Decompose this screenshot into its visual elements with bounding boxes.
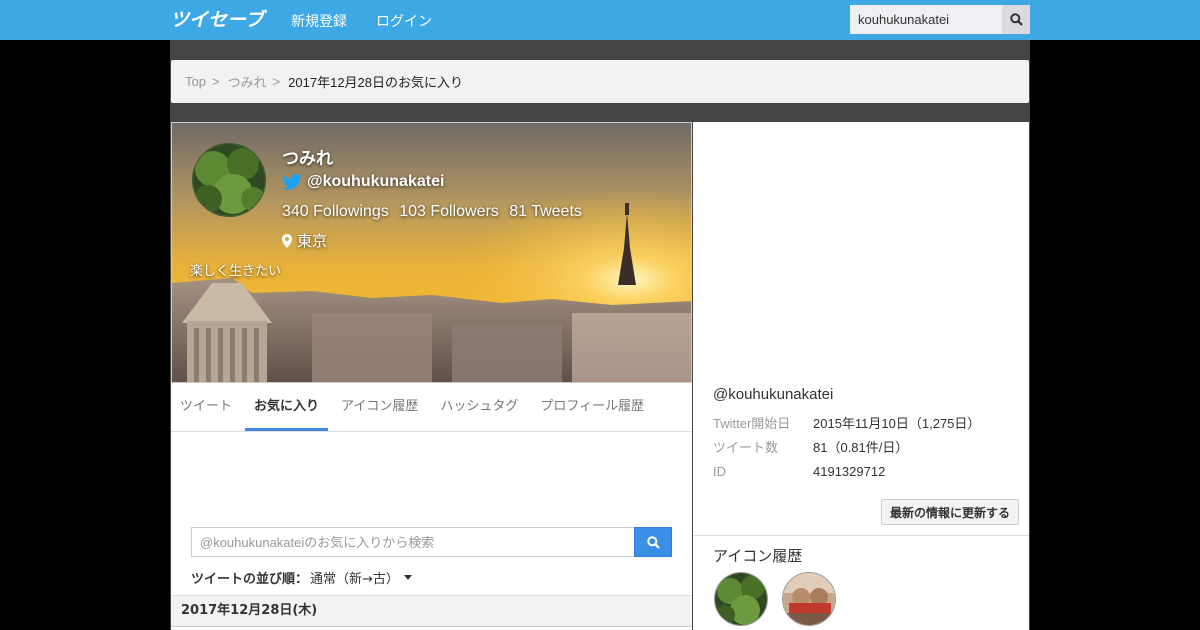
breadcrumb-current: 2017年12月28日のお気に入り xyxy=(288,75,464,90)
sort-label: ツイートの並び順： xyxy=(191,572,309,587)
nav-register-link[interactable]: 新規登録 xyxy=(291,11,347,31)
sort-dropdown[interactable]: ツイートの並び順： 通常（新→古） xyxy=(191,568,412,587)
main-column: つみれ @kouhukunakatei 340 Followings 103 F… xyxy=(171,122,692,630)
tab-icon-history[interactable]: アイコン履歴 xyxy=(332,383,427,431)
update-info-button[interactable]: 最新の情報に更新する xyxy=(881,499,1019,525)
profile-avatar xyxy=(192,143,266,217)
header-search-button[interactable] xyxy=(1002,5,1030,34)
breadcrumb-user-link[interactable]: つみれ xyxy=(228,72,267,91)
followers-count: 103 Followers xyxy=(399,203,499,220)
profile-name: つみれ xyxy=(282,149,333,169)
profile-handle[interactable]: @kouhukunakatei xyxy=(307,173,444,191)
page-container: Top > つみれ > 2017年12月28日のお気に入り つみれ @kouhu… xyxy=(170,40,1030,630)
search-icon xyxy=(1009,13,1023,26)
breadcrumb-top-link[interactable]: Top xyxy=(185,74,206,89)
top-navbar: ツイセーブ 新規登録 ログイン xyxy=(0,0,1200,40)
info-row-tweet-count: ツイート数 81（0.81件/日） xyxy=(713,436,980,460)
info-key: Twitter開始日 xyxy=(713,416,791,431)
header-search-input[interactable] xyxy=(850,5,1002,34)
profile-bio: 楽しく生きたい xyxy=(190,264,282,279)
favorites-search-button[interactable] xyxy=(634,527,672,557)
profile-handle-row: @kouhukunakatei xyxy=(282,173,444,191)
info-row-id: ID 4191329712 xyxy=(713,460,980,484)
tweets-count: 81 Tweets xyxy=(509,203,582,220)
svg-text:ツイセーブ: ツイセーブ xyxy=(170,9,268,30)
sidebar-handle: @kouhukunakatei xyxy=(713,386,834,403)
info-value: 2015年11月10日（1,275日） xyxy=(813,416,981,431)
info-row-start-date: Twitter開始日 2015年11月10日（1,275日） xyxy=(713,412,980,436)
profile-location-row: 東京 xyxy=(282,230,327,251)
info-key: ID xyxy=(713,464,726,479)
tab-favorites[interactable]: お気に入り xyxy=(245,383,329,431)
info-key: ツイート数 xyxy=(713,440,779,455)
followings-count: 340 Followings xyxy=(282,203,389,220)
profile-header: つみれ @kouhukunakatei 340 Followings 103 F… xyxy=(171,122,692,383)
search-icon xyxy=(646,535,660,549)
account-info-table: Twitter開始日 2015年11月10日（1,275日） ツイート数 81（… xyxy=(713,412,980,484)
sidebar-divider xyxy=(693,535,1029,536)
site-logo[interactable]: ツイセーブ xyxy=(170,8,268,30)
tab-profile-history[interactable]: プロフィール履歴 xyxy=(531,383,653,431)
profile-tabs: ツイート お気に入り アイコン履歴 ハッシュタグ プロフィール履歴 xyxy=(171,383,692,432)
map-pin-icon xyxy=(282,233,292,248)
twitter-bird-icon xyxy=(282,174,302,190)
breadcrumb-separator: > xyxy=(211,74,220,89)
sort-value[interactable]: 通常（新→古） xyxy=(310,568,399,587)
breadcrumb: Top > つみれ > 2017年12月28日のお気に入り xyxy=(171,60,1029,103)
profile-stats: 340 Followings 103 Followers 81 Tweets xyxy=(282,203,588,221)
breadcrumb-separator: > xyxy=(272,74,281,89)
date-heading: 2017年12月28日(木) xyxy=(171,595,692,627)
sidebar: @kouhukunakatei Twitter開始日 2015年11月10日（1… xyxy=(693,122,1029,630)
favorites-search-input[interactable] xyxy=(191,527,634,557)
info-value: 81（0.81件/日） xyxy=(813,440,909,455)
icon-history-thumb[interactable] xyxy=(714,572,768,626)
profile-location: 東京 xyxy=(297,232,328,250)
info-value: 4191329712 xyxy=(813,464,886,479)
nav-login-link[interactable]: ログイン xyxy=(376,11,432,31)
tab-hashtags[interactable]: ハッシュタグ xyxy=(431,383,527,431)
caret-down-icon xyxy=(403,575,412,580)
icon-history-title: アイコン履歴 xyxy=(713,547,803,565)
tab-tweets[interactable]: ツイート xyxy=(171,383,241,431)
icon-history-thumb[interactable] xyxy=(782,572,836,626)
